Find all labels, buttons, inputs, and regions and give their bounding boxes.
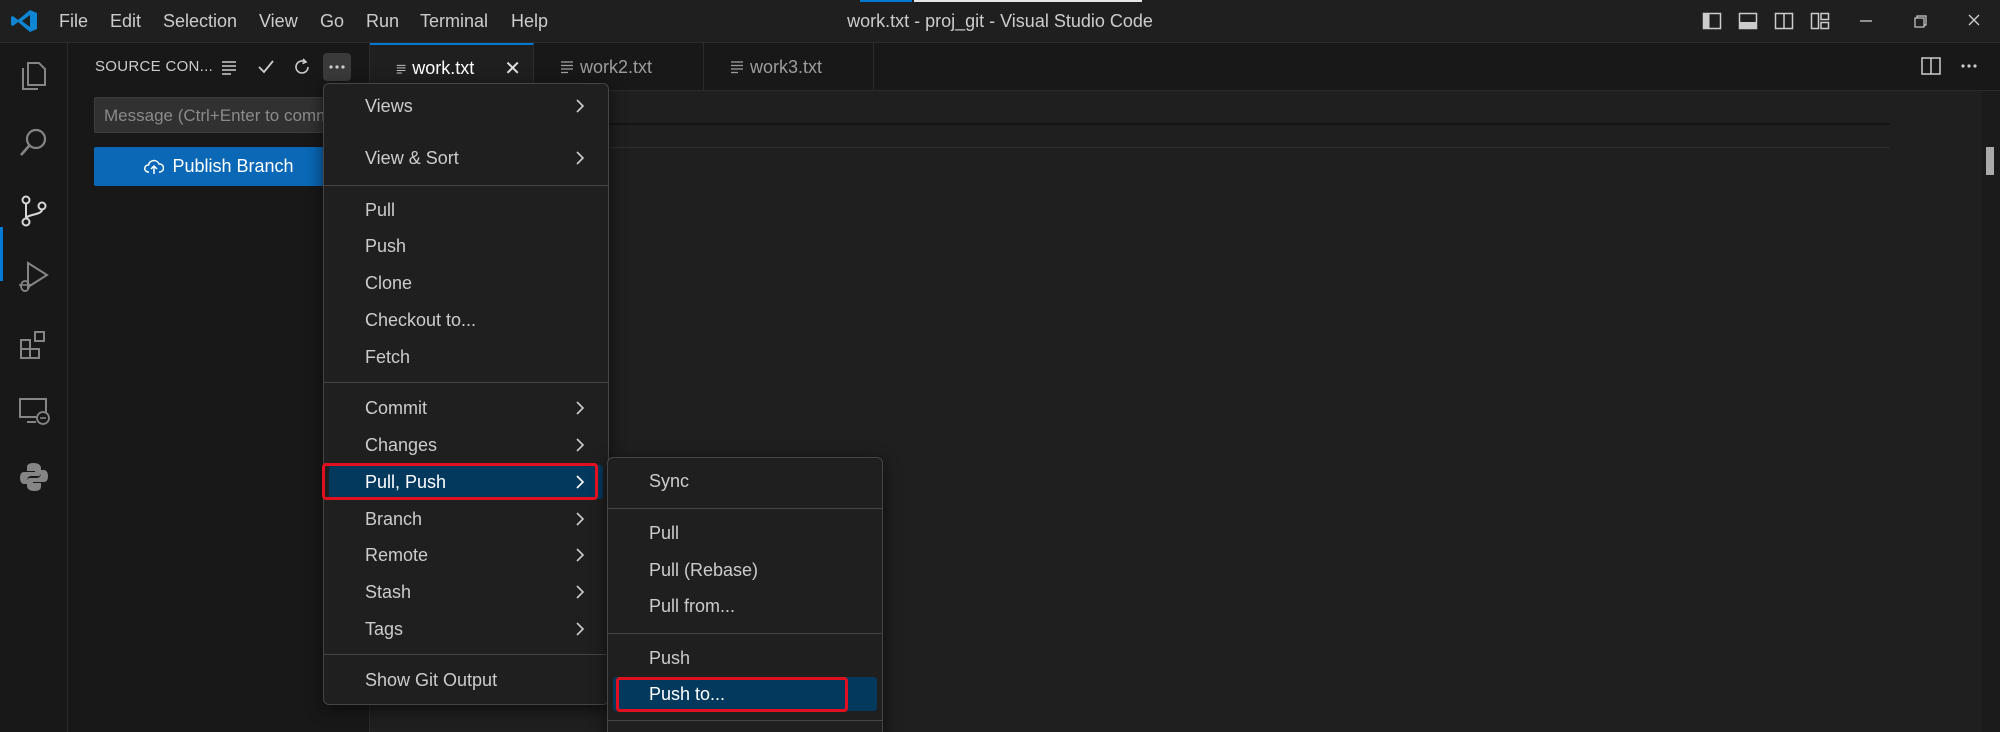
remote-explorer-icon[interactable] xyxy=(16,393,52,429)
menu-item-view-sort[interactable]: View & Sort xyxy=(329,141,603,175)
menu-item-label: Views xyxy=(365,95,413,116)
tab-label: work.txt xyxy=(412,58,475,78)
menu-item-views[interactable]: Views xyxy=(329,89,603,123)
menu-item-label: Pull, Push xyxy=(365,471,447,492)
submenu-item-pull[interactable]: Pull xyxy=(613,516,877,550)
view-as-tree-button[interactable] xyxy=(215,53,243,81)
close-window-icon[interactable] xyxy=(1962,10,1986,32)
tab-work3-txt[interactable]: work3.txt xyxy=(704,43,874,91)
submenu-item-push-to[interactable]: Push to... xyxy=(613,677,877,711)
menu-item-label: Remote xyxy=(365,544,429,565)
refresh-button[interactable] xyxy=(288,53,316,81)
toggle-primary-sidebar-icon[interactable] xyxy=(1702,11,1722,31)
tab-label: work3.txt xyxy=(750,56,823,77)
chevron-right-icon xyxy=(576,585,585,599)
menu-item-stash[interactable]: Stash xyxy=(329,575,603,609)
minimap[interactable] xyxy=(1982,91,2000,732)
text-file-icon xyxy=(396,64,406,73)
menu-item-push[interactable]: Push xyxy=(329,229,603,263)
menu-separator xyxy=(608,720,882,721)
editor-tab-bar: work.txt ✕ work2.txt work3.txt xyxy=(370,43,2000,92)
activity-bar xyxy=(0,43,68,732)
list-icon xyxy=(222,61,236,75)
menu-separator xyxy=(324,185,608,186)
menu-item-commit[interactable]: Commit xyxy=(329,391,603,425)
cloud-upload-icon xyxy=(144,159,165,174)
menu-item-pull-push[interactable]: Pull, Push xyxy=(329,465,603,499)
split-editor-icon[interactable] xyxy=(1920,55,1942,77)
sidebar-title: SOURCE CON... xyxy=(95,58,214,75)
submenu-item-pull-rebase[interactable]: Pull (Rebase) xyxy=(613,553,877,587)
text-file-icon xyxy=(561,61,573,74)
chevron-right-icon xyxy=(576,475,585,489)
title-accent-white xyxy=(914,0,1142,2)
extensions-icon[interactable] xyxy=(16,327,52,363)
publish-branch-label: Publish Branch xyxy=(172,156,294,176)
menu-separator xyxy=(324,382,608,383)
menu-item-label: View & Sort xyxy=(365,147,459,168)
menu-separator xyxy=(608,633,882,634)
python-icon[interactable] xyxy=(16,459,52,495)
menu-item-label: Commit xyxy=(365,397,427,418)
menu-item-show-git-output[interactable]: Show Git Output xyxy=(329,663,603,697)
menu-item-label: Tags xyxy=(365,618,404,639)
menu-item-changes[interactable]: Changes xyxy=(329,428,603,462)
commit-button[interactable] xyxy=(252,53,280,81)
chevron-right-icon xyxy=(576,99,585,113)
minimize-icon[interactable] xyxy=(1854,10,1878,32)
restore-icon[interactable] xyxy=(1908,10,1932,32)
menu-item-clone[interactable]: Clone xyxy=(329,266,603,300)
close-tab-icon[interactable]: ✕ xyxy=(504,56,521,81)
publish-branch-button[interactable]: Publish Branch xyxy=(94,147,344,186)
title-accent-blue xyxy=(860,0,912,2)
commit-message-input[interactable]: Message (Ctrl+Enter to commit on 'master… xyxy=(94,97,344,133)
toggle-secondary-sidebar-icon[interactable] xyxy=(1774,11,1794,31)
source-control-icon[interactable] xyxy=(16,193,52,229)
text-file-icon xyxy=(731,61,743,74)
ellipsis-icon xyxy=(329,65,345,69)
refresh-icon xyxy=(295,58,309,74)
pull-push-submenu: Sync Pull Pull (Rebase) Pull from... Pus… xyxy=(607,457,883,732)
menu-item-fetch[interactable]: Fetch xyxy=(329,340,603,374)
tab-label: work2.txt xyxy=(580,56,653,77)
chevron-right-icon xyxy=(576,548,585,562)
active-indicator xyxy=(0,227,3,281)
editor-more-actions-icon[interactable] xyxy=(1958,55,1980,77)
menu-item-label: Stash xyxy=(365,581,412,602)
chevron-right-icon xyxy=(576,622,585,636)
chevron-right-icon xyxy=(576,512,585,526)
menu-item-pull[interactable]: Pull xyxy=(329,193,603,227)
chevron-right-icon xyxy=(576,401,585,415)
chevron-right-icon xyxy=(576,438,585,452)
submenu-item-push[interactable]: Push xyxy=(613,641,877,675)
menu-item-branch[interactable]: Branch xyxy=(329,502,603,536)
minimap-slider[interactable] xyxy=(1986,147,1994,175)
search-icon[interactable] xyxy=(16,125,52,161)
window-title: work.txt - proj_git - Visual Studio Code xyxy=(847,11,1153,31)
title-bar: File Edit Selection View Go Run Terminal… xyxy=(0,0,2000,43)
run-debug-icon[interactable] xyxy=(16,259,52,295)
explorer-icon[interactable] xyxy=(16,58,52,94)
menu-item-tags[interactable]: Tags xyxy=(329,612,603,646)
menu-item-label: Branch xyxy=(365,508,423,529)
toggle-panel-icon[interactable] xyxy=(1738,11,1758,31)
menu-item-remote[interactable]: Remote xyxy=(329,538,603,572)
menu-item-checkout[interactable]: Checkout to... xyxy=(329,303,603,337)
chevron-right-icon xyxy=(576,151,585,165)
more-actions-button[interactable] xyxy=(323,53,351,81)
menu-item-label: Changes xyxy=(365,434,438,455)
submenu-item-sync[interactable]: Sync xyxy=(613,464,877,498)
source-control-more-menu: Views View & Sort Pull Push Clone Checko… xyxy=(323,83,609,705)
customize-layout-icon[interactable] xyxy=(1810,11,1830,31)
check-icon xyxy=(258,60,274,74)
menu-separator xyxy=(324,654,608,655)
submenu-item-pull-from[interactable]: Pull from... xyxy=(613,589,877,623)
menu-separator xyxy=(608,508,882,509)
